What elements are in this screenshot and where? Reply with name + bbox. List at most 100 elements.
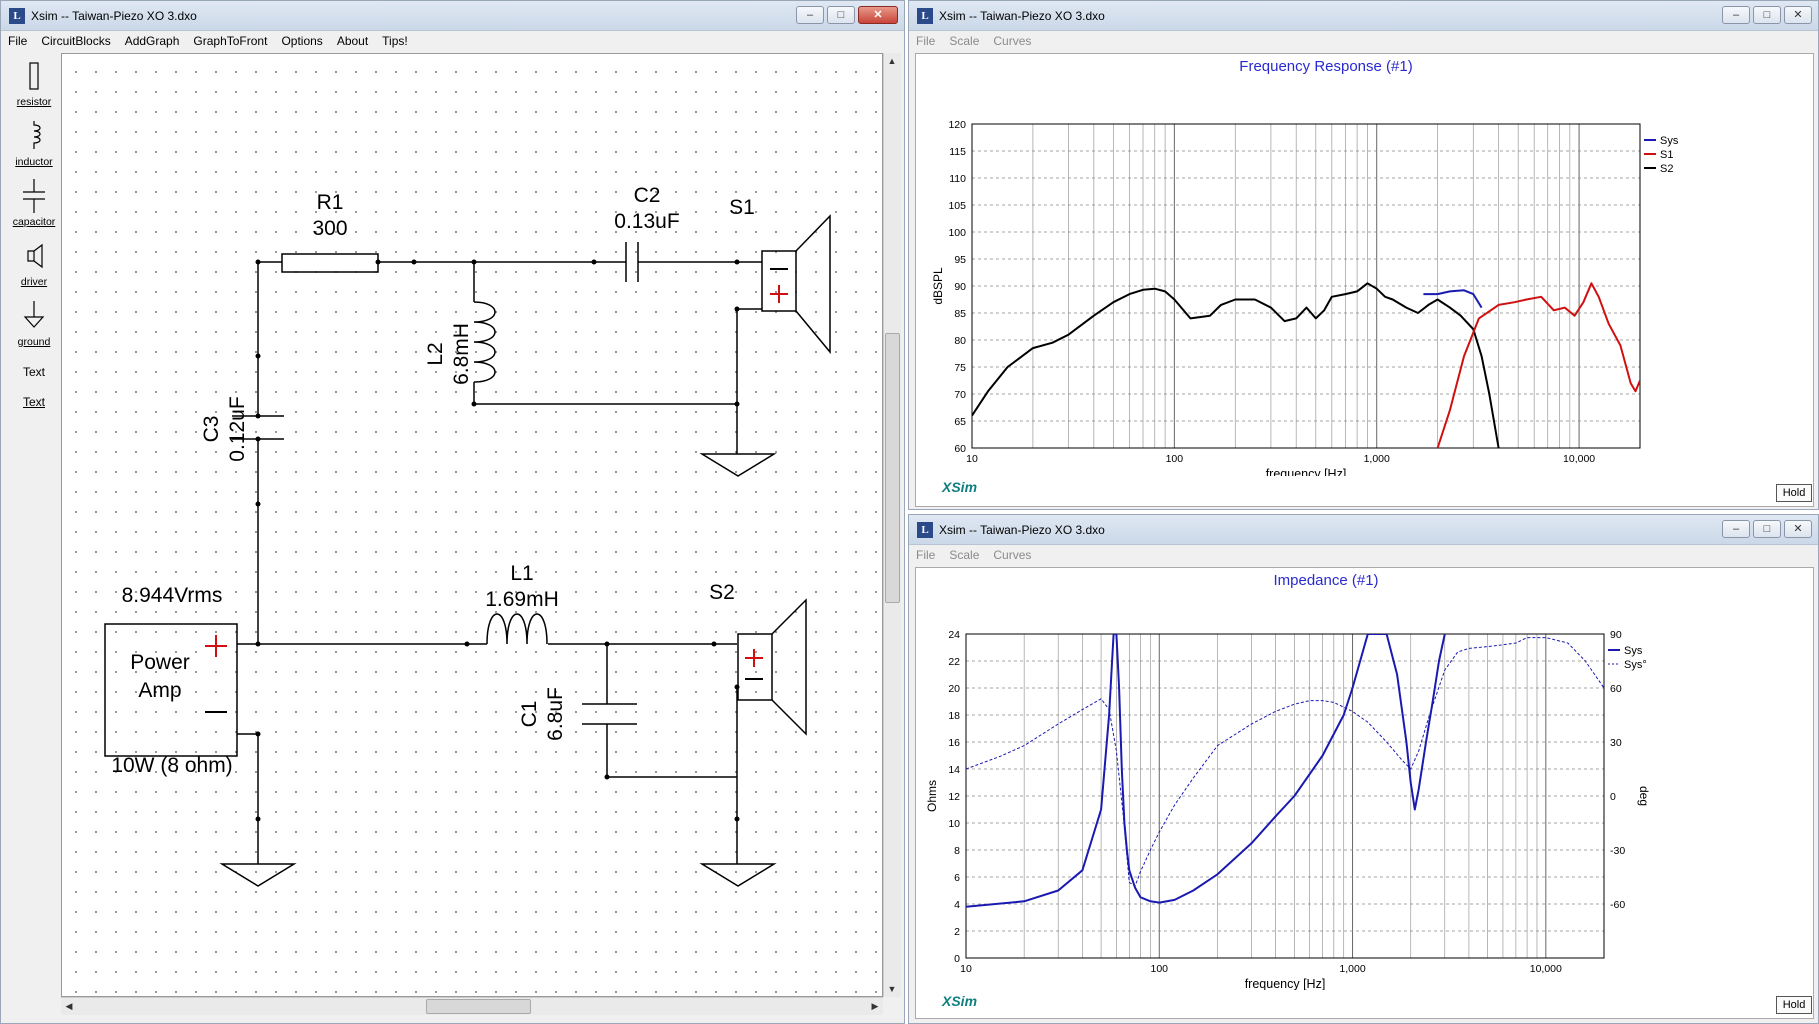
tool-text-underlined[interactable]: Text — [7, 395, 61, 409]
vertical-scrollbar[interactable]: ▲ ▼ — [883, 53, 901, 997]
x-tick-label: 10 — [960, 963, 972, 975]
l1-value: 1.69mH — [485, 588, 559, 611]
maximize-button[interactable]: □ — [1753, 520, 1781, 538]
tool-text[interactable]: Text — [7, 365, 61, 379]
menu-circuitblocks[interactable]: CircuitBlocks — [34, 31, 117, 48]
scroll-up-arrow[interactable]: ▲ — [884, 53, 900, 69]
menu-file[interactable]: File — [1, 31, 34, 48]
menu-scale[interactable]: Scale — [942, 545, 986, 562]
legend-label: Sys° — [1624, 659, 1647, 671]
tool-label: Text — [22, 365, 45, 379]
y-tick-label: 8 — [954, 845, 960, 857]
y2-tick-label: 60 — [1610, 683, 1622, 695]
chart-title: Frequency Response (#1) — [1239, 58, 1413, 75]
menu-addgraph[interactable]: AddGraph — [118, 31, 187, 48]
minimize-button[interactable]: – — [1722, 520, 1750, 538]
legend-label: Sys — [1624, 645, 1643, 657]
capacitor-icon — [23, 179, 45, 213]
tool-resistor[interactable]: resistor — [7, 59, 61, 108]
frequency-chart: 60 65 70 75 80 85 90 95 100 105 110 115 120 10 100 1,00… — [931, 119, 1679, 476]
y-tick-label: 80 — [954, 335, 966, 347]
y-tick-label: 4 — [954, 899, 960, 911]
scroll-down-arrow[interactable]: ▼ — [884, 981, 900, 997]
close-button[interactable]: ✕ — [858, 6, 898, 24]
y-axis-label: Ohms — [925, 780, 939, 812]
app-icon: L — [917, 522, 933, 538]
y-tick-label: 85 — [954, 308, 966, 320]
y2-tick-label: -30 — [1610, 845, 1625, 857]
menu-file[interactable]: File — [909, 31, 942, 48]
maximize-button[interactable]: □ — [827, 6, 855, 24]
menu-options[interactable]: Options — [274, 31, 329, 48]
inductor-l1[interactable] — [486, 613, 548, 645]
tool-inductor[interactable]: inductor — [7, 119, 61, 168]
capacitor-c2[interactable] — [625, 242, 662, 282]
y-tick-label: 65 — [954, 416, 966, 428]
l2-value: 6.8mH — [450, 323, 473, 385]
series-line-sys — [966, 637, 1604, 887]
hold-button[interactable]: Hold — [1776, 996, 1812, 1014]
minimize-button[interactable]: – — [1722, 6, 1750, 24]
y-tick-label: 105 — [948, 200, 966, 212]
inductor-l2[interactable] — [473, 301, 496, 383]
y-tick-label: 90 — [954, 281, 966, 293]
frequency-response-window: L Xsim -- Taiwan-Piezo XO 3.dxo – □ ✕ Fi… — [908, 0, 1819, 510]
y-tick-label: 18 — [948, 710, 960, 722]
horizontal-scrollbar[interactable]: ◀ ▶ — [61, 997, 883, 1015]
maximize-button[interactable]: □ — [1753, 6, 1781, 24]
capacitor-c1[interactable] — [582, 644, 737, 778]
l1-name: L1 — [510, 562, 533, 585]
impedance-window: L Xsim -- Taiwan-Piezo XO 3.dxo – □ ✕ Fi… — [908, 514, 1819, 1024]
menu-curves[interactable]: Curves — [986, 31, 1038, 48]
hold-button[interactable]: Hold — [1776, 484, 1812, 502]
plot-frame — [971, 123, 1641, 449]
legend-label: S1 — [1660, 149, 1673, 161]
menu-curves[interactable]: Curves — [986, 545, 1038, 562]
c2-value: 0.13uF — [614, 210, 679, 233]
resistor-r1[interactable] — [281, 253, 379, 273]
close-button[interactable]: ✕ — [1784, 6, 1812, 24]
x-tick-label: 10 — [966, 453, 978, 465]
y2-tick-label: -60 — [1610, 899, 1625, 911]
schematic-window: L Xsim -- Taiwan-Piezo XO 3.dxo – □ ✕ Fi… — [0, 0, 905, 1024]
menu-file[interactable]: File — [909, 545, 942, 562]
menu-graphtofront[interactable]: GraphToFront — [186, 31, 274, 48]
y-tick-label: 14 — [948, 764, 960, 776]
menu-about[interactable]: About — [330, 31, 375, 48]
tool-label: capacitor — [12, 216, 56, 228]
tool-capacitor[interactable]: capacitor — [7, 179, 61, 228]
y-tick-label: 75 — [954, 362, 966, 374]
app-icon: L — [917, 8, 933, 24]
x-tick-label: 100 — [1166, 453, 1184, 465]
schematic-canvas[interactable]: R1 300 C2 0.13uF S1 L1 1.69mH S2 8.944Vr… — [61, 53, 883, 997]
window-title: Xsim -- Taiwan-Piezo XO 3.dxo — [939, 523, 1105, 537]
horizontal-scroll-thumb[interactable] — [426, 999, 531, 1014]
title-bar[interactable]: L Xsim -- Taiwan-Piezo XO 3.dxo – □ ✕ — [909, 515, 1818, 545]
tool-driver[interactable]: driver — [7, 239, 61, 288]
scroll-left-arrow[interactable]: ◀ — [61, 998, 77, 1014]
y-tick-label: 24 — [948, 629, 960, 641]
title-bar[interactable]: L Xsim -- Taiwan-Piezo XO 3.dxo – □ ✕ — [909, 1, 1818, 31]
s2-name: S2 — [709, 581, 735, 604]
close-button[interactable]: ✕ — [1784, 520, 1812, 538]
tool-ground[interactable]: ground — [7, 299, 61, 348]
amp-label-line1: Power — [130, 651, 190, 674]
y-tick-label: 120 — [948, 119, 966, 131]
title-bar[interactable]: L Xsim -- Taiwan-Piezo XO 3.dxo – □ ✕ — [1, 1, 904, 31]
scroll-right-arrow[interactable]: ▶ — [867, 998, 883, 1014]
y-tick-label: 10 — [948, 818, 960, 830]
menu-tips[interactable]: Tips! — [375, 31, 415, 48]
y-tick-label: 115 — [949, 146, 966, 158]
legend-label: S2 — [1660, 163, 1673, 175]
series-line-s1 — [1436, 282, 1640, 448]
minimize-button[interactable]: – — [796, 6, 824, 24]
y2-tick-label: 0 — [1610, 791, 1616, 803]
y-tick-label: 12 — [948, 791, 960, 803]
vertical-scroll-thumb[interactable] — [885, 333, 900, 603]
s1-name: S1 — [729, 196, 755, 219]
tool-label: driver — [20, 276, 48, 288]
x-tick-label: 100 — [1151, 963, 1169, 975]
window-title: Xsim -- Taiwan-Piezo XO 3.dxo — [939, 9, 1105, 23]
menu-scale[interactable]: Scale — [942, 31, 986, 48]
series-line-sys — [1423, 289, 1483, 309]
